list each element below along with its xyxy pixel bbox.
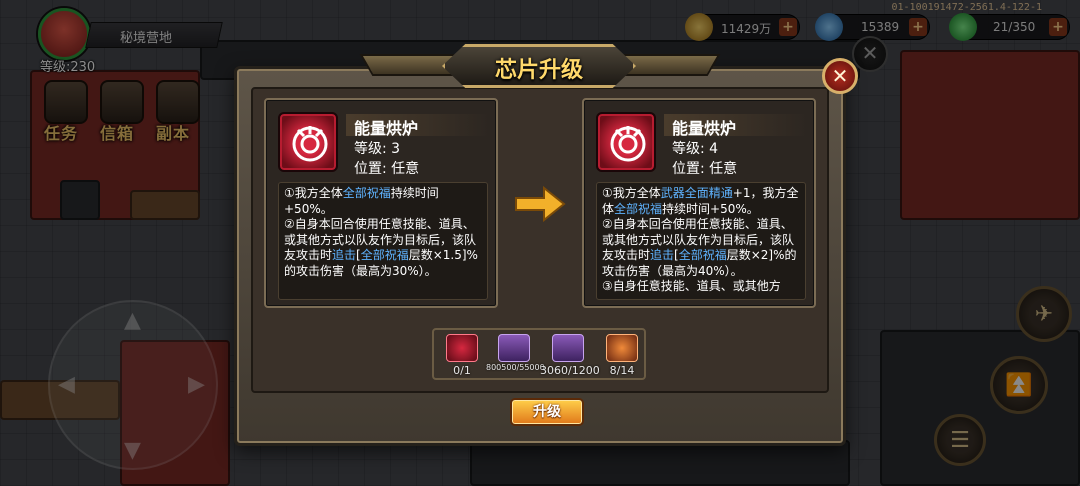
chip-position: 位置: 任意 (354, 161, 420, 177)
description-text: 持续时间+50%。 (662, 201, 759, 216)
chip-position: 位置: 任意 (672, 161, 738, 177)
metal-ingot-icon[interactable] (498, 334, 530, 362)
chip-description[interactable]: ①我方全体武器全面精通+1，我方全体全部祝福持续时间+50%。 ②自身本回合使用任… (596, 182, 806, 300)
energy-furnace-chip-icon (278, 112, 338, 172)
chip-description[interactable]: ①我方全体全部祝福持续时间+50%。 ②自身本回合使用任意技能、道具、或其他方式以… (278, 182, 488, 300)
orange-core-icon[interactable] (606, 334, 638, 362)
next-chip-panel: 能量烘炉 等级: 4 位置: 任意 ①我方全体武器全面精通+1，我方全体全部祝福… (582, 98, 816, 308)
cost-value: 0/1 (453, 364, 471, 377)
chip-level: 等级: 3 (354, 141, 401, 157)
dialog-title: 芯片升级 (494, 58, 583, 83)
keyword-link[interactable]: 追击 (332, 248, 356, 262)
keyword-link[interactable]: 全部祝福 (679, 248, 727, 262)
close-icon: ✕ (831, 64, 849, 88)
description-text: ①我方全体 (602, 186, 661, 200)
current-chip-panel: 能量烘炉 等级: 3 位置: 任意 ①我方全体全部祝福持续时间+50%。 ②自身本… (264, 98, 498, 308)
cost-value: 8/14 (609, 364, 635, 377)
cost-value: 3060/1200 (540, 364, 600, 377)
silver-bar-icon[interactable] (552, 334, 584, 362)
chip-name: 能量烘炉 (354, 119, 419, 138)
keyword-link[interactable]: 全部祝福 (361, 248, 409, 262)
keyword-link[interactable]: 全部祝福 (614, 202, 662, 216)
close-button[interactable]: ✕ (822, 58, 858, 94)
keyword-link[interactable]: 武器全面精通 (661, 186, 733, 200)
chip-level: 等级: 4 (672, 141, 719, 157)
chip-material-icon[interactable] (446, 334, 478, 362)
description-text: ③自身任意技能、道具、或其他方 (602, 279, 781, 293)
description-text: ①我方全体 (284, 186, 343, 200)
keyword-link[interactable]: 追击 (650, 248, 674, 262)
keyword-link[interactable]: 全部祝福 (343, 186, 391, 200)
chip-name: 能量烘炉 (672, 119, 737, 138)
cost-value: 800500/55000 (486, 363, 545, 372)
upgrade-arrow-icon (515, 186, 566, 222)
upgrade-button[interactable]: 升级 (510, 398, 584, 426)
energy-furnace-chip-icon (596, 112, 656, 172)
upgrade-cost-panel: 0/1 800500/55000 3060/1200 8/14 (432, 328, 646, 380)
